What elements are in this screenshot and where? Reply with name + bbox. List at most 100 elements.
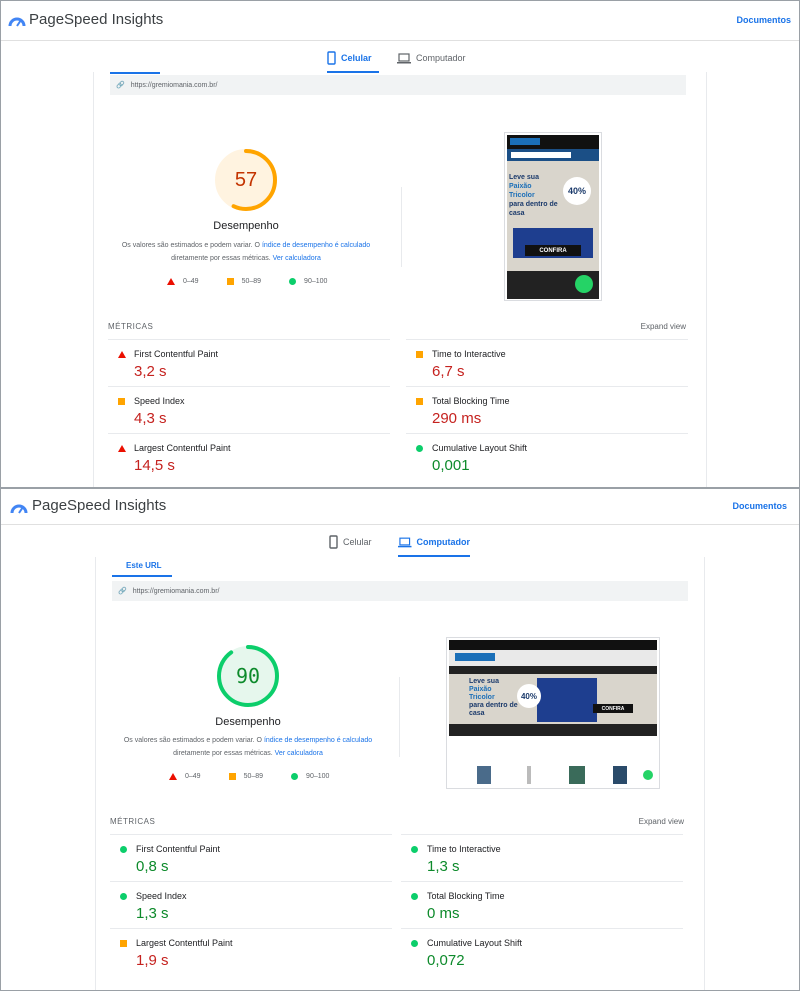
calculator-link[interactable]: Ver calculadora	[275, 750, 323, 757]
performance-label: Desempenho	[215, 716, 281, 728]
metric-name: Speed Index	[134, 396, 185, 406]
metrics-title: MÉTRICAS	[110, 817, 156, 826]
score-calc-link[interactable]: índice de desempenho é calculado	[264, 737, 372, 744]
docs-link[interactable]: Documentos	[732, 501, 787, 511]
url-text: https://gremiomania.com.br/	[130, 81, 218, 89]
report-content: 🔗 https://gremiomania.com.br/ 57 Desempe…	[93, 72, 707, 487]
metric-name: Largest Contentful Paint	[134, 443, 231, 453]
legend-average-label: 50–89	[241, 278, 262, 285]
pagespeed-logo-icon	[10, 504, 28, 514]
url-tab-underline	[110, 72, 160, 74]
tab-mobile-label: Celular	[341, 53, 372, 63]
metric-fcp: First Contentful Paint 3,2 s	[108, 339, 390, 386]
metric-value: 3,2 s	[134, 363, 167, 380]
metric-value: 1,3 s	[427, 858, 460, 875]
metric-value: 14,5 s	[134, 457, 175, 474]
top-header: PageSpeed Insights Documentos	[1, 1, 799, 41]
performance-label: Desempenho	[213, 220, 279, 232]
metric-value: 290 ms	[432, 410, 482, 427]
metric-name: Largest Contentful Paint	[136, 938, 233, 948]
pass-circle-icon	[291, 773, 299, 780]
metric-value: 1,3 s	[136, 905, 169, 922]
calculator-link[interactable]: Ver calculadora	[273, 255, 321, 262]
metric-name: Total Blocking Time	[432, 396, 510, 406]
tab-mobile-label: Celular	[343, 537, 372, 547]
metric-name: Time to Interactive	[427, 844, 501, 854]
metric-name: First Contentful Paint	[136, 844, 221, 854]
report-content: Este URL 🔗 https://gremiomania.com.br/ 9…	[95, 557, 705, 990]
tab-mobile[interactable]: Celular	[327, 44, 379, 73]
disclaimer: Os valores são estimados e podem variar.…	[111, 239, 381, 265]
expand-view-button[interactable]: Expand view	[639, 817, 684, 826]
device-tabs: Celular Computador	[1, 528, 799, 557]
vertical-divider	[401, 187, 402, 267]
preview-headline: Leve sua Paixão Tricolor para dentro de ca…	[469, 678, 518, 717]
url-text: https://gremiomania.com.br/	[132, 587, 220, 595]
legend-fail-label: 0–49	[185, 773, 201, 780]
metric-value: 1,9 s	[136, 952, 169, 969]
preview-cta: CONFIRA	[525, 245, 581, 256]
metric-value: 0,8 s	[136, 858, 169, 875]
metric-tbt: Total Blocking Time 290 ms	[406, 386, 688, 433]
pagespeed-logo-icon	[8, 17, 26, 27]
desktop-screenshot-preview: Leve sua Paixão Tricolor para dentro de ca…	[446, 637, 660, 789]
fail-triangle-icon	[169, 773, 177, 780]
legend-pass-label: 90–100	[304, 278, 328, 285]
tab-mobile[interactable]: Celular	[329, 528, 381, 556]
disclaimer: Os valores são estimados e podem variar.…	[113, 734, 383, 760]
metric-value: 0 ms	[427, 905, 460, 922]
legend-pass-label: 90–100	[306, 773, 330, 780]
laptop-icon	[397, 52, 411, 63]
metric-tbt: Total Blocking Time 0 ms	[401, 881, 683, 928]
tab-desktop-label: Computador	[416, 537, 471, 547]
metric-value: 6,7 s	[432, 363, 465, 380]
score-calc-link[interactable]: índice de desempenho é calculado	[262, 242, 370, 249]
metric-value: 4,3 s	[134, 410, 167, 427]
tab-desktop[interactable]: Computador	[398, 528, 471, 557]
phone-icon	[327, 51, 336, 65]
metric-value: 0,001	[432, 457, 470, 474]
desktop-report-panel: PageSpeed Insights Documentos Celular Co…	[0, 488, 800, 991]
metric-name: Cumulative Layout Shift	[427, 938, 523, 948]
preview-discount: 40%	[517, 684, 541, 708]
docs-link[interactable]: Documentos	[736, 15, 791, 25]
legend-pass: 90–100	[291, 773, 329, 780]
legend-pass: 90–100	[289, 278, 327, 285]
tab-desktop[interactable]: Computador	[397, 44, 477, 72]
metric-name: Total Blocking Time	[427, 891, 505, 901]
disclaimer-text-2: diretamente por essas métricas.	[171, 255, 271, 262]
preview-cta: CONFIRA	[593, 704, 633, 713]
metric-cls: Cumulative Layout Shift 0,001	[406, 433, 688, 480]
link-icon: 🔗	[116, 82, 125, 89]
tab-desktop-label: Computador	[416, 53, 466, 63]
app-title: PageSpeed Insights	[32, 497, 167, 514]
laptop-icon	[398, 537, 412, 547]
vertical-divider	[399, 677, 400, 757]
metric-fcp: First Contentful Paint 0,8 s	[110, 834, 392, 881]
score-legend: 0–49 50–89 90–100	[167, 278, 327, 285]
average-square-icon	[226, 278, 234, 285]
disclaimer-text: Os valores são estimados e podem variar.…	[121, 242, 260, 249]
mobile-report-panel: PageSpeed Insights Documentos Celular Co…	[0, 0, 800, 488]
average-square-icon	[228, 773, 236, 780]
metric-tti: Time to Interactive 1,3 s	[401, 834, 683, 881]
preview-headline: Leve sua Paixão Tricolor para dentro de ca…	[509, 174, 558, 217]
this-url-tab[interactable]: Este URL	[126, 561, 162, 570]
score-gauge: 90	[216, 644, 280, 708]
whatsapp-icon	[575, 275, 593, 293]
disclaimer-text: Os valores são estimados e podem variar.…	[123, 737, 262, 744]
score-legend: 0–49 50–89 90–100	[169, 773, 329, 780]
mobile-screenshot-preview: Leve sua Paixão Tricolor para dentro de ca…	[504, 132, 602, 301]
fail-triangle-icon	[167, 278, 175, 285]
phone-icon	[329, 535, 338, 549]
link-icon: 🔗	[118, 588, 127, 595]
preview-discount: 40%	[563, 177, 591, 205]
metric-cls: Cumulative Layout Shift 0,072	[401, 928, 683, 975]
metric-value: 0,072	[427, 952, 465, 969]
pass-circle-icon	[289, 278, 297, 285]
legend-average-label: 50–89	[243, 773, 264, 780]
expand-view-button[interactable]: Expand view	[641, 322, 686, 331]
legend-fail: 0–49	[167, 278, 199, 285]
score-value: 57	[234, 168, 258, 191]
bottom-header: PageSpeed Insights Documentos	[1, 489, 799, 525]
